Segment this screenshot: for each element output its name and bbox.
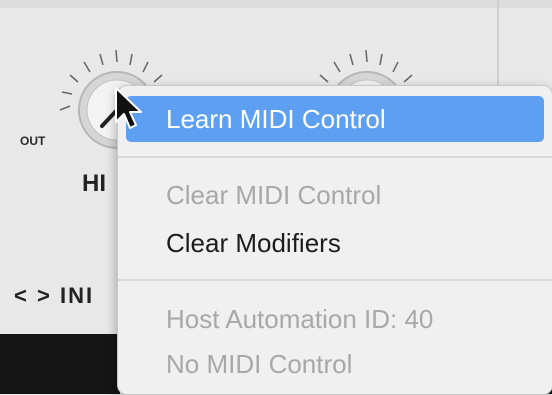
- context-menu: Learn MIDI Control Clear MIDI Control Cl…: [117, 85, 552, 395]
- out-label: OUT: [20, 134, 46, 148]
- panel-top-bar: [0, 0, 552, 8]
- knob-name-label: HI: [82, 170, 106, 197]
- menu-separator: [118, 279, 552, 281]
- nav-label: INI: [59, 283, 95, 308]
- menu-item-clear-modifiers[interactable]: Clear Modifiers: [126, 220, 544, 266]
- next-button[interactable]: >: [37, 283, 52, 309]
- menu-item-host-automation-id: Host Automation ID: 40: [166, 304, 434, 334]
- second-knob[interactable]: [290, 30, 440, 90]
- menu-item-clear-midi-control[interactable]: Clear MIDI Control: [126, 172, 544, 218]
- knob-icon: [319, 49, 413, 90]
- bottom-dark-strip: [0, 334, 120, 394]
- menu-item-no-midi-control: No MIDI Control: [166, 349, 353, 379]
- preset-nav: < > INI: [14, 283, 94, 309]
- mouse-pointer-icon: [115, 87, 142, 129]
- menu-separator: [118, 156, 552, 158]
- menu-item-learn-midi-control[interactable]: Learn MIDI Control: [126, 96, 544, 142]
- prev-button[interactable]: <: [14, 283, 29, 309]
